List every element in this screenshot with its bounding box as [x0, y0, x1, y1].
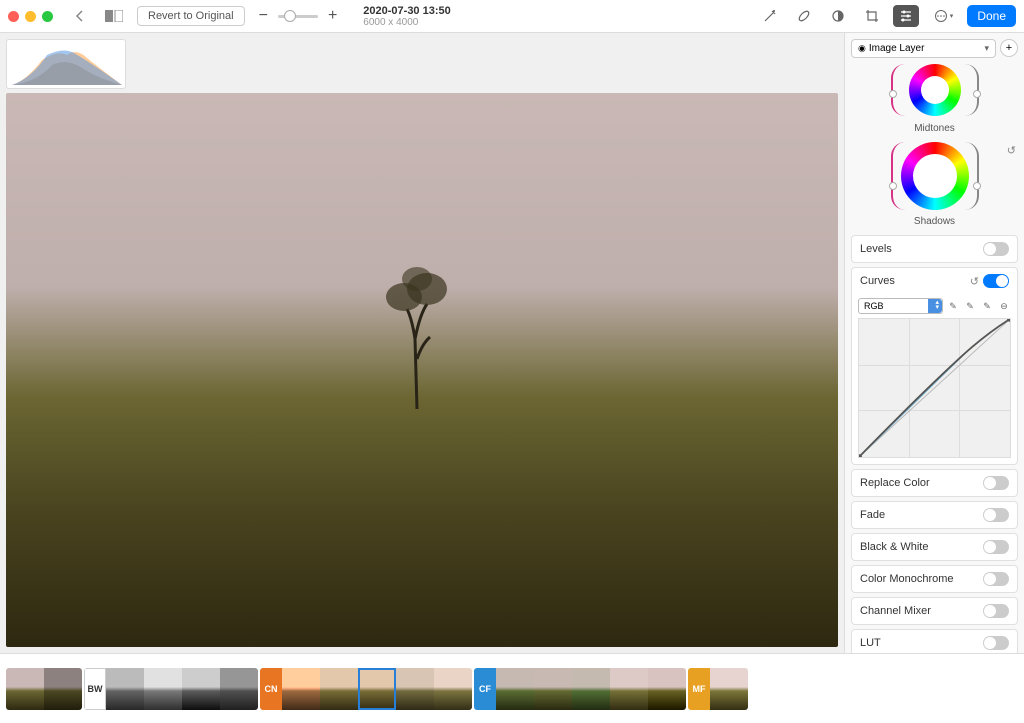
effects-tool[interactable] [825, 5, 851, 27]
black-white-header[interactable]: Black & White [852, 534, 1017, 560]
fade-panel: Fade [851, 501, 1018, 529]
preset-group-cf[interactable]: CF [474, 668, 686, 710]
color-monochrome-toggle[interactable] [983, 572, 1009, 586]
curves-toggle[interactable] [983, 274, 1009, 288]
toolbar: Revert to Original − + 2020-07-30 13:50 … [0, 0, 1024, 33]
color-balance-reset[interactable]: ↺ [1007, 144, 1016, 157]
curves-reset-icon[interactable]: ↺ [970, 275, 979, 288]
black-white-toggle[interactable] [983, 540, 1009, 554]
magic-tool[interactable] [757, 5, 783, 27]
shadows-color-wheel[interactable] [887, 142, 983, 212]
bandage-icon [797, 9, 811, 23]
mf-badge: MF [688, 668, 710, 710]
curves-panel: Curves ↺ RGB ▴▾ ✎ ✎ ✎ ⊖ [851, 267, 1018, 465]
ellipsis-icon [933, 9, 949, 23]
document-title: 2020-07-30 13:50 6000 x 4000 [363, 5, 450, 28]
add-layer-button[interactable]: + [1000, 39, 1018, 57]
replace-color-toggle[interactable] [983, 476, 1009, 490]
layout-toggle[interactable] [99, 6, 129, 26]
preset-group-mf[interactable]: MF [688, 668, 748, 710]
fade-header[interactable]: Fade [852, 502, 1017, 528]
black-white-panel: Black & White [851, 533, 1018, 561]
preset-group-original[interactable] [6, 668, 82, 710]
midtones-color-wheel[interactable] [887, 64, 983, 119]
layer-dropdown-label: Image Layer [869, 43, 925, 54]
levels-toggle[interactable] [983, 242, 1009, 256]
replace-color-panel: Replace Color [851, 469, 1018, 497]
zoom-in[interactable]: + [322, 3, 343, 29]
cn-badge: CN [260, 668, 282, 710]
preset-group-cn[interactable]: CN [260, 668, 472, 710]
more-menu[interactable]: ▾ [927, 5, 960, 27]
back-button[interactable] [69, 6, 91, 26]
adjustments-tool[interactable] [893, 5, 919, 27]
gray-point-picker[interactable]: ✎ [963, 299, 977, 313]
levels-header[interactable]: Levels [852, 236, 1017, 262]
bw-badge: BW [84, 668, 106, 710]
lut-header[interactable]: LUT [852, 630, 1017, 653]
channel-mixer-header[interactable]: Channel Mixer [852, 598, 1017, 624]
color-monochrome-header[interactable]: Color Monochrome [852, 566, 1017, 592]
black-point-picker[interactable]: ✎ [946, 299, 960, 313]
curves-channel-select[interactable]: RGB ▴▾ [858, 298, 943, 314]
crop-icon [865, 9, 879, 23]
white-point-picker[interactable]: ✎ [980, 299, 994, 313]
preset-filmstrip: BW CN CF MF [0, 653, 1024, 723]
minimize-window[interactable] [25, 11, 36, 22]
replace-color-header[interactable]: Replace Color [852, 470, 1017, 496]
histogram[interactable] [6, 39, 126, 89]
layer-dropdown[interactable]: ◉ Image Layer [851, 39, 996, 58]
done-button[interactable]: Done [967, 5, 1016, 27]
lut-panel: LUT [851, 629, 1018, 653]
curves-header[interactable]: Curves ↺ [852, 268, 1017, 294]
channel-mixer-panel: Channel Mixer [851, 597, 1018, 625]
dimensions-text: 6000 x 4000 [363, 17, 450, 28]
window-controls [8, 11, 53, 22]
levels-panel: Levels [851, 235, 1018, 263]
sidebar-layout-icon [105, 10, 123, 22]
color-monochrome-panel: Color Monochrome [851, 565, 1018, 593]
curves-remove-point[interactable]: ⊖ [997, 299, 1011, 313]
preset-group-bw[interactable]: BW [84, 668, 258, 710]
curves-graph[interactable] [858, 318, 1011, 458]
maximize-window[interactable] [42, 11, 53, 22]
revert-button[interactable]: Revert to Original [137, 6, 245, 26]
zoom-control: − + [253, 3, 344, 29]
close-window[interactable] [8, 11, 19, 22]
lut-toggle[interactable] [983, 636, 1009, 650]
zoom-out[interactable]: − [253, 3, 274, 29]
channel-mixer-toggle[interactable] [983, 604, 1009, 618]
wand-icon [763, 9, 777, 23]
crop-tool[interactable] [859, 5, 885, 27]
sliders-icon [899, 9, 913, 23]
shadows-label: Shadows [851, 216, 1018, 227]
fade-toggle[interactable] [983, 508, 1009, 522]
title-text: 2020-07-30 13:50 [363, 5, 450, 17]
retouch-tool[interactable] [791, 5, 817, 27]
canvas-area [0, 33, 844, 653]
adjustments-sidebar: ◉ Image Layer + Midtones ↺ Shadows Level [844, 33, 1024, 653]
midtones-label: Midtones [851, 123, 1018, 134]
cf-badge: CF [474, 668, 496, 710]
tree-illustration [372, 259, 462, 409]
zoom-slider[interactable] [278, 15, 318, 18]
histogram-graph [7, 40, 126, 89]
image-preview[interactable] [6, 93, 838, 647]
chevron-left-icon [75, 10, 85, 22]
circle-half-icon [831, 9, 845, 23]
